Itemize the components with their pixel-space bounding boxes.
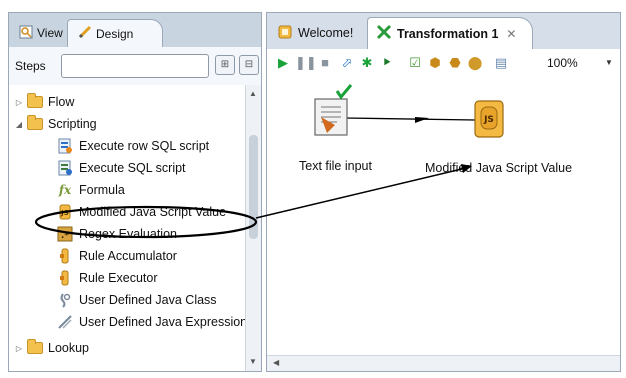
sql-row-icon xyxy=(57,138,73,154)
tree-step-regex-evaluation[interactable]: .* Regex Evaluation xyxy=(57,223,177,245)
tab-design[interactable]: Design xyxy=(67,19,163,47)
tab-transformation-label: Transformation 1 xyxy=(397,26,499,41)
hop-line[interactable] xyxy=(344,117,476,121)
formula-icon: fx xyxy=(58,183,72,197)
tree-item-label: Formula xyxy=(79,183,125,197)
tree-step-execute-sql[interactable]: Execute SQL script xyxy=(57,157,186,179)
tree-folder-lookup[interactable]: ▷ Lookup xyxy=(13,337,89,359)
expand-all-button[interactable]: ⊞ xyxy=(215,55,235,75)
tree-item-label: Scripting xyxy=(48,117,97,131)
rule-executor-icon xyxy=(57,270,73,286)
tab-welcome-label: Welcome! xyxy=(298,26,354,40)
svg-text:JS: JS xyxy=(60,209,69,217)
steps-search-input[interactable] xyxy=(61,54,209,78)
zoom-select[interactable]: 100% xyxy=(547,56,578,70)
impact-icon[interactable]: ⬢ xyxy=(427,55,443,71)
steps-search-row: Steps ⊞ ⊟ xyxy=(9,47,261,86)
explore-db-icon[interactable]: ⬤ xyxy=(467,55,483,71)
transformation-canvas[interactable]: JS Text file input Modified Java Script … xyxy=(267,77,620,355)
canvas-hscrollbar[interactable]: ◀ xyxy=(267,355,620,371)
folder-icon xyxy=(27,115,43,130)
tree-item-label: Regex Evaluation xyxy=(79,227,177,241)
debug-icon[interactable]: ✱ xyxy=(359,55,375,71)
tree-item-label: Flow xyxy=(48,95,75,109)
left-tab-bar: View Design xyxy=(9,13,261,47)
canvas-graphics: JS xyxy=(314,84,504,138)
java-expression-icon xyxy=(57,314,73,330)
tree-item-label: Rule Executor xyxy=(79,271,158,285)
pause-icon[interactable]: ❚❚ xyxy=(295,55,317,71)
javascript-icon: JS xyxy=(57,204,73,220)
node-label-text-file-input: Text file input xyxy=(299,159,372,173)
svg-text:JS: JS xyxy=(483,115,494,125)
node-label-modified-java-script-value: Modified Java Script Value xyxy=(425,161,573,175)
tree-item-label: Execute row SQL script xyxy=(79,139,210,153)
steps-label: Steps xyxy=(15,59,46,73)
tree-item-label: Modified Java Script Value xyxy=(79,205,227,219)
welcome-icon xyxy=(277,24,293,43)
steps-tree: ▷ Flow ◢ Scripting Execute row SQL scrip… xyxy=(9,85,245,371)
tree-item-label: Rule Accumulator xyxy=(79,249,177,263)
expand-arrow-icon[interactable]: ▷ xyxy=(13,98,25,107)
collapse-all-button[interactable]: ⊟ xyxy=(239,55,259,75)
folder-icon xyxy=(27,93,43,108)
tree-step-user-defined-java-expression[interactable]: User Defined Java Expression xyxy=(57,311,245,333)
hop-arrow-icon xyxy=(415,117,429,123)
pencil-icon xyxy=(78,25,92,42)
folder-icon xyxy=(27,339,43,354)
tree-scrollbar[interactable]: ▲ ▼ xyxy=(245,85,261,371)
tab-design-label: Design xyxy=(96,26,134,41)
javascript-icon[interactable]: JS xyxy=(474,100,504,138)
sql-icon[interactable]: ⬣ xyxy=(447,55,463,71)
regex-icon: .* xyxy=(57,226,73,242)
text-file-input-icon[interactable] xyxy=(314,84,353,136)
tree-item-label: Execute SQL script xyxy=(79,161,186,175)
tree-scroll-thumb[interactable] xyxy=(249,135,258,239)
run-icon[interactable]: ▶ xyxy=(275,55,291,71)
tab-welcome[interactable]: Welcome! xyxy=(271,17,367,49)
replay-icon[interactable]: ⯈ xyxy=(379,55,395,71)
tree-folder-scripting[interactable]: ◢ Scripting xyxy=(13,113,97,135)
tree-step-user-defined-java-class[interactable]: User Defined Java Class xyxy=(57,289,217,311)
chevron-down-icon[interactable]: ▼ xyxy=(605,58,613,67)
editor-panel: Welcome! Transformation 1 ✕ ▶ ❚❚ ■ ⬀ ✱ ⯈… xyxy=(266,12,621,372)
transformation-icon xyxy=(376,24,392,43)
tree-step-modified-java-script-value[interactable]: JS Modified Java Script Value xyxy=(57,201,226,223)
preview-icon[interactable]: ⬀ xyxy=(339,55,355,71)
expand-arrow-icon[interactable]: ▷ xyxy=(13,344,25,353)
show-results-icon[interactable]: ▤ xyxy=(493,55,509,71)
expand-all-icon: ⊞ xyxy=(220,59,230,70)
transformation-toolbar: ▶ ❚❚ ■ ⬀ ✱ ⯈ ☑ ⬢ ⬣ ⬤ ▤ 100% ▼ xyxy=(267,49,620,78)
stop-icon[interactable]: ■ xyxy=(317,55,333,71)
tree-step-rule-accumulator[interactable]: Rule Accumulator xyxy=(57,245,177,267)
rule-accumulator-icon xyxy=(57,248,73,264)
scroll-down-arrow-icon[interactable]: ▼ xyxy=(249,357,257,366)
svg-text:.*: .* xyxy=(61,231,69,241)
tree-step-formula[interactable]: fx Formula xyxy=(57,179,125,201)
collapse-arrow-icon[interactable]: ◢ xyxy=(13,120,25,129)
close-tab-icon[interactable]: ✕ xyxy=(506,27,516,41)
tab-view-label: View xyxy=(37,26,63,40)
collapse-all-icon: ⊟ xyxy=(244,59,254,70)
sql-script-icon xyxy=(57,160,73,176)
scroll-left-arrow-icon[interactable]: ◀ xyxy=(273,358,279,367)
tab-transformation-1[interactable]: Transformation 1 ✕ xyxy=(367,17,533,49)
tree-item-label: User Defined Java Class xyxy=(79,293,217,307)
tree-item-label: User Defined Java Expression xyxy=(79,315,245,329)
tree-item-label: Lookup xyxy=(48,341,90,355)
steps-panel: View Design Steps ⊞ ⊟ ▷ Flow ◢ Scripting… xyxy=(8,12,262,372)
magnifier-icon xyxy=(19,25,33,42)
tree-step-execute-row-sql[interactable]: Execute row SQL script xyxy=(57,135,209,157)
java-class-icon xyxy=(57,292,73,308)
tab-view[interactable]: View xyxy=(13,19,73,47)
verify-icon[interactable]: ☑ xyxy=(407,55,423,71)
tree-step-rule-executor[interactable]: Rule Executor xyxy=(57,267,158,289)
scroll-up-arrow-icon[interactable]: ▲ xyxy=(249,89,257,98)
tree-folder-flow[interactable]: ▷ Flow xyxy=(13,91,74,113)
